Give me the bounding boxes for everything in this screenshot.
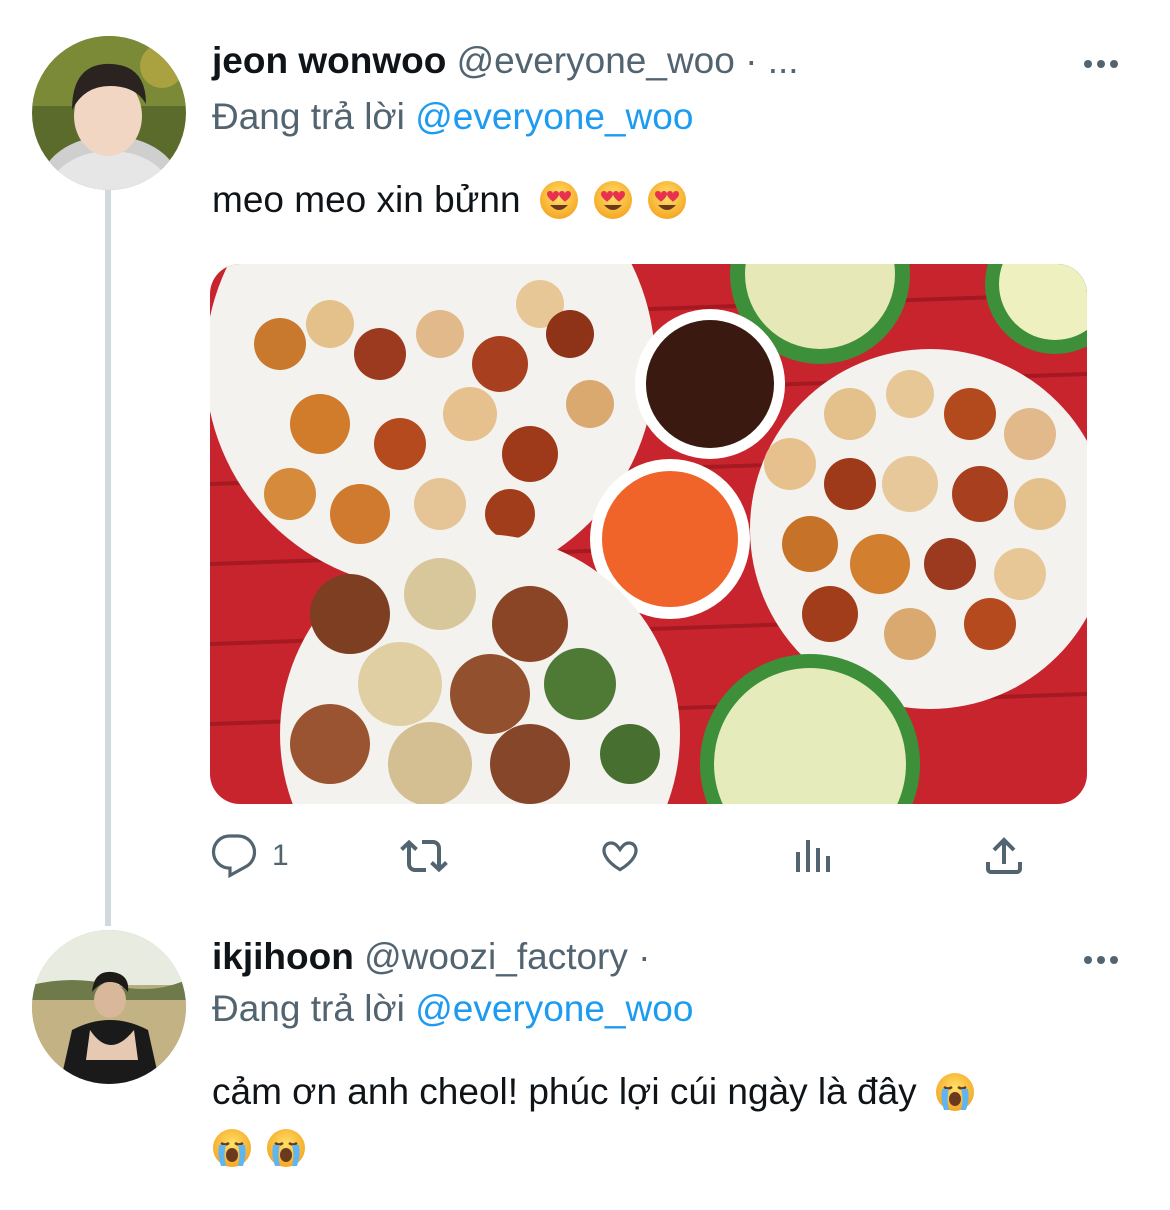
tweet-header: jeon wonwoo @everyone_woo · ... (212, 40, 799, 82)
avatar[interactable] (32, 930, 186, 1084)
mention-link[interactable]: @everyone_woo (415, 96, 693, 137)
share-icon (986, 837, 1022, 874)
crying-emoji (212, 1128, 252, 1168)
tweet-photo[interactable] (210, 264, 1087, 804)
tweet-text: meo meo xin bửnn (212, 172, 701, 228)
crying-emoji (935, 1072, 975, 1112)
heart-eyes-emoji (593, 180, 633, 220)
tweet-text-body: meo meo xin bửnn (212, 179, 521, 220)
handle[interactable]: @everyone_woo (457, 40, 735, 81)
retweet-button[interactable] (400, 832, 448, 880)
reply-count: 1 (272, 839, 289, 872)
thread-line (105, 190, 111, 926)
heart-eyes-emoji (647, 180, 687, 220)
timestamp[interactable]: ... (768, 40, 799, 81)
replying-prefix: Đang trả lời (212, 96, 405, 137)
tweet-2[interactable]: ikjihoon @woozi_factory · Đang trả lời @… (0, 920, 1170, 1210)
tweet-1[interactable]: jeon wonwoo @everyone_woo · ... Đang trả… (0, 0, 1170, 926)
like-icon (602, 841, 638, 872)
tweet-header: ikjihoon @woozi_factory · (212, 936, 651, 978)
display-name[interactable]: ikjihoon (212, 936, 354, 977)
more-icon[interactable] (1084, 54, 1126, 74)
crying-emoji (266, 1128, 306, 1168)
handle[interactable]: @woozi_factory (364, 936, 628, 977)
heart-eyes-emoji (539, 180, 579, 220)
tweet-actions: 1 (210, 832, 1110, 880)
more-icon[interactable] (1084, 950, 1126, 970)
share-button[interactable] (980, 832, 1028, 880)
display-name[interactable]: jeon wonwoo (212, 40, 446, 81)
mention-link[interactable]: @everyone_woo (415, 988, 693, 1029)
tweet-text: cảm ơn anh cheol! phúc lợi cúi ngày là đ… (212, 1064, 1142, 1176)
replying-prefix: Đang trả lời (212, 988, 405, 1029)
replying-to: Đang trả lời @everyone_woo (212, 988, 693, 1030)
reply-icon (211, 834, 257, 879)
replying-to: Đang trả lời @everyone_woo (212, 96, 693, 138)
analytics-button[interactable] (790, 832, 838, 880)
separator: · (745, 40, 758, 81)
tweet-text-body: cảm ơn anh cheol! phúc lợi cúi ngày là đ… (212, 1071, 917, 1112)
retweet-icon (400, 839, 448, 873)
avatar[interactable] (32, 36, 186, 190)
reply-button[interactable]: 1 (210, 832, 289, 880)
like-button[interactable] (596, 832, 644, 880)
analytics-icon (796, 840, 830, 872)
separator: · (638, 936, 651, 977)
